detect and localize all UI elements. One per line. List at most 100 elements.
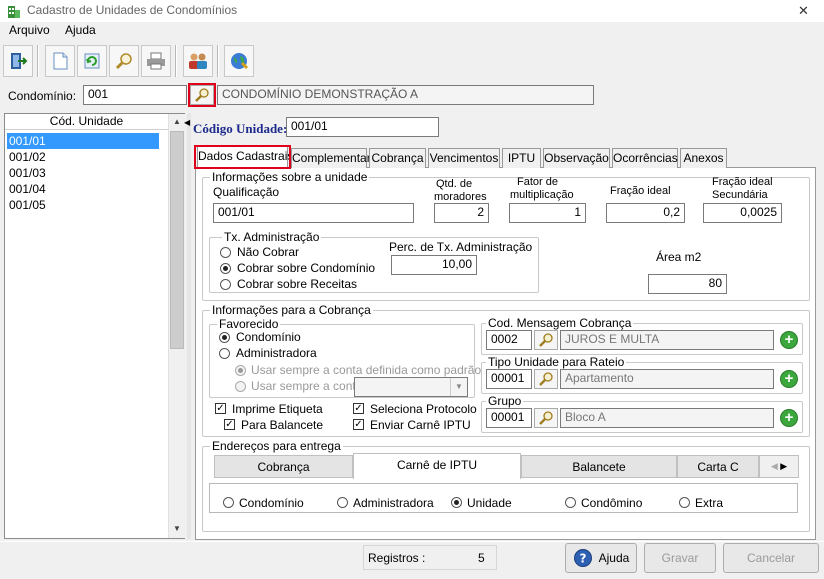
area-input[interactable]: 80: [648, 274, 727, 294]
cancelar-button[interactable]: Cancelar: [723, 543, 819, 573]
radio-favorecido-condominio[interactable]: [219, 332, 230, 343]
tipo-unidade-lookup-button[interactable]: [534, 369, 558, 389]
perc-admin-input[interactable]: 10,00: [391, 255, 477, 275]
unit-list: Cód. Unidade 001/01 001/02 001/03 001/04…: [4, 113, 185, 539]
tab-ocorrencias[interactable]: Ocorrências: [612, 148, 678, 168]
print-button[interactable]: [141, 45, 171, 77]
globe-button[interactable]: [224, 45, 254, 77]
close-icon[interactable]: ✕: [798, 3, 809, 19]
search-icon: [195, 88, 209, 102]
grupo-input[interactable]: 00001: [486, 408, 532, 428]
svg-text:?: ?: [579, 552, 586, 566]
radio-conta-especifica[interactable]: [235, 381, 246, 392]
fracao-secundaria-label-2: Secundária: [712, 189, 768, 201]
tab-scroll-arrows[interactable]: ◀ ▶: [759, 455, 799, 478]
refresh-button[interactable]: [77, 45, 107, 77]
check-imprime-etiqueta-label: Imprime Etiqueta: [232, 402, 323, 416]
check-para-balancete[interactable]: ✓: [224, 419, 235, 430]
unit-list-scrollbar[interactable]: ▲ ▼: [168, 114, 185, 538]
splitter-arrow-icon[interactable]: ◀: [184, 118, 190, 127]
list-item[interactable]: 001/05: [7, 197, 159, 213]
add-icon[interactable]: +: [780, 409, 798, 427]
qtd-moradores-label: Qtd. de: [436, 178, 473, 190]
check-imprime-etiqueta[interactable]: ✓: [215, 403, 226, 414]
scroll-up-icon[interactable]: ▲: [169, 114, 185, 130]
chevron-down-icon[interactable]: ▼: [450, 378, 467, 396]
radio-end-unidade[interactable]: [451, 497, 462, 508]
radio-end-condominio[interactable]: [223, 497, 234, 508]
fracao-secundaria-input[interactable]: 0,0025: [703, 203, 782, 223]
toolbar-separator: [37, 45, 39, 77]
tab-endereco-cobranca[interactable]: Cobrança: [214, 455, 353, 478]
condominio-code-input[interactable]: 001: [83, 85, 187, 105]
enderecos-title: Endereços para entrega: [210, 439, 343, 453]
tab-complementar[interactable]: Complementar: [291, 148, 371, 168]
list-item[interactable]: 001/02: [7, 149, 159, 165]
tab-anexos[interactable]: Anexos: [680, 148, 727, 168]
radio-end-condomino[interactable]: [565, 497, 576, 508]
list-item[interactable]: 001/03: [7, 165, 159, 181]
fator-input[interactable]: 1: [509, 203, 586, 223]
codigo-unidade-input[interactable]: 001/01: [286, 117, 439, 137]
gravar-button[interactable]: Gravar: [644, 543, 716, 573]
menu-arquivo[interactable]: Arquivo: [9, 23, 50, 37]
condominio-label: Condomínio:: [8, 89, 77, 103]
radio-end-administradora[interactable]: [337, 497, 348, 508]
check-enviar-carne-iptu[interactable]: ✓: [353, 419, 364, 430]
radio-end-extra[interactable]: [679, 497, 690, 508]
registros-label: Registros :: [368, 551, 426, 565]
menu-bar: Arquivo Ajuda: [0, 22, 824, 40]
radio-nao-cobrar[interactable]: [220, 247, 231, 258]
radio-cobrar-receitas[interactable]: [220, 279, 231, 290]
tab-endereco-carne-iptu[interactable]: Carnê de IPTU: [353, 453, 521, 479]
grupo-title: Grupo: [486, 394, 524, 408]
tab-cobranca[interactable]: Cobrança: [369, 148, 426, 168]
fracao-ideal-input[interactable]: 0,2: [606, 203, 685, 223]
menu-ajuda[interactable]: Ajuda: [65, 23, 96, 37]
list-item[interactable]: 001/01: [7, 133, 159, 149]
list-item[interactable]: 001/04: [7, 181, 159, 197]
unit-list-header: Cód. Unidade: [5, 114, 168, 130]
tab-vencimentos[interactable]: Vencimentos: [428, 148, 500, 168]
add-icon[interactable]: +: [780, 331, 798, 349]
radio-end-condominio-label: Condomínio: [239, 496, 304, 510]
users-button[interactable]: [183, 45, 213, 77]
refresh-icon: [84, 53, 100, 69]
toolbar-separator: [217, 45, 219, 77]
grupo-lookup-button[interactable]: [534, 408, 558, 428]
title-bar: Cadastro de Unidades de Condomínios ✕: [0, 0, 824, 22]
perc-admin-label: Perc. de Tx. Administração: [389, 240, 533, 254]
cod-mensagem-input[interactable]: 0002: [486, 330, 532, 350]
codigo-unidade-label: Código Unidade:: [193, 121, 288, 136]
cod-mensagem-lookup-button[interactable]: [534, 330, 558, 350]
radio-cobrar-condominio[interactable]: [220, 263, 231, 274]
tab-endereco-carta[interactable]: Carta C: [677, 455, 759, 478]
add-icon[interactable]: +: [780, 370, 798, 388]
fracao-ideal-label: Fração ideal: [610, 185, 671, 197]
radio-conta-padrao[interactable]: [235, 365, 246, 376]
check-seleciona-protocolo[interactable]: ✓: [353, 403, 364, 414]
qualificacao-input[interactable]: 001/01: [213, 203, 414, 223]
search-icon: [539, 333, 553, 347]
tab-iptu[interactable]: IPTU: [502, 148, 541, 168]
radio-favorecido-administradora[interactable]: [219, 348, 230, 359]
ajuda-label: Ajuda: [598, 551, 630, 565]
splitter[interactable]: [187, 113, 191, 539]
chevron-right-icon[interactable]: ▶: [780, 461, 787, 471]
toolbar-separator: [175, 45, 177, 77]
tab-endereco-balancete[interactable]: Balancete: [521, 455, 677, 478]
qualificacao-label: Qualificação: [213, 185, 280, 199]
qtd-moradores-input[interactable]: 2: [434, 203, 489, 223]
chevron-left-icon[interactable]: ◀: [771, 461, 778, 471]
exit-button[interactable]: [3, 45, 33, 77]
favorecido-title: Favorecido: [217, 317, 281, 331]
new-button[interactable]: [45, 45, 75, 77]
radio-end-unidade-label: Unidade: [467, 496, 512, 510]
tab-observacao[interactable]: Observação: [543, 148, 610, 168]
tipo-unidade-input[interactable]: 00001: [486, 369, 532, 389]
ajuda-button[interactable]: ? Ajuda: [565, 543, 637, 573]
scroll-down-icon[interactable]: ▼: [169, 521, 185, 537]
scroll-thumb[interactable]: [170, 131, 184, 349]
search-button[interactable]: [109, 45, 139, 77]
condominio-lookup-button[interactable]: [190, 85, 214, 105]
